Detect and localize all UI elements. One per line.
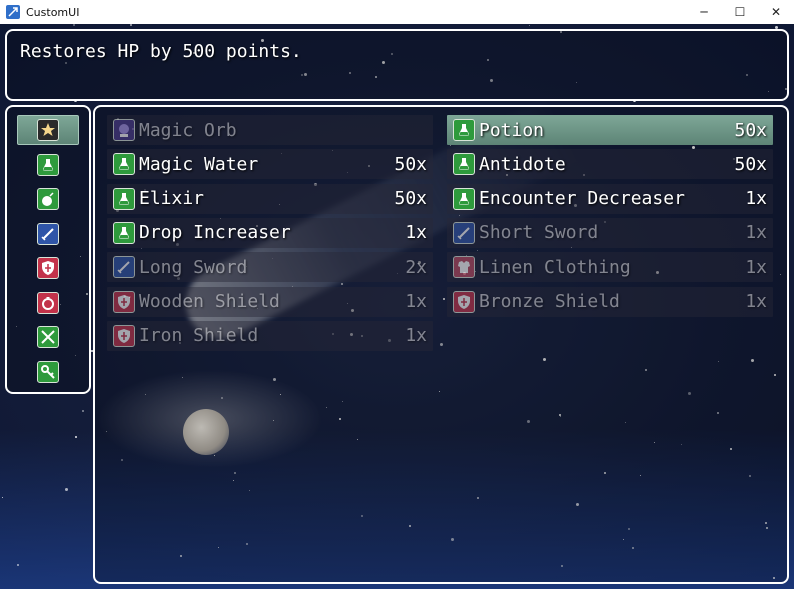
category-ring[interactable] [17,288,79,318]
item-row[interactable]: Wooden Shield 1x [107,286,433,317]
star [75,436,77,438]
item-quantity: 50x [394,153,427,175]
item-row[interactable]: Drop Increaser 1x [107,217,433,248]
category-key[interactable] [17,357,79,387]
item-name: Linen Clothing [479,256,631,278]
key-icon [37,360,59,383]
item-name: Magic Water [139,153,259,175]
potion-icon [113,153,135,176]
title-bar: CustomUI ─ ☐ ✕ [0,0,794,24]
item-row[interactable]: Antidote 50x [447,149,773,180]
item-row[interactable]: Encounter Decreaser 1x [447,183,773,214]
category-star[interactable] [17,115,79,145]
star [529,25,530,26]
potion-icon [113,187,135,210]
star-icon [37,119,59,141]
sword-icon [37,222,59,245]
sword-icon [113,256,135,279]
item-quantity: 1x [745,222,767,244]
category-window [5,105,91,394]
category-potion[interactable] [17,150,79,180]
help-window: Restores HP by 500 points. [5,29,789,101]
item-name: Iron Shield [139,325,259,347]
item-row[interactable]: Bronze Shield 1x [447,286,773,317]
item-name: Magic Orb [139,119,237,141]
maximize-button[interactable]: ☐ [722,0,758,24]
item-row[interactable]: Linen Clothing 1x [447,252,773,283]
shield-icon [113,324,135,347]
item-row[interactable]: Magic Orb [107,115,433,145]
star [2,497,3,498]
item-row[interactable]: Short Sword 1x [447,217,773,248]
star [130,24,132,26]
item-name: Wooden Shield [139,291,280,312]
item-quantity: 1x [405,222,427,244]
potion-icon [37,153,59,176]
item-name: Encounter Decreaser [479,188,685,210]
item-quantity: 1x [745,291,767,312]
shield-icon [37,257,59,279]
star [73,24,75,26]
item-name: Long Sword [139,256,248,278]
star [82,410,84,412]
item-name: Potion [479,119,545,141]
bomb-icon [37,188,59,210]
item-name: Elixir [139,188,205,210]
item-list-window: Magic Orb Potion 50x Magic Water 50x Antidote… [93,105,789,584]
item-row[interactable]: Elixir 50x [107,183,433,214]
help-text: Restores HP by 500 points. [20,41,302,62]
window-title: CustomUI [26,5,80,19]
star [17,564,19,566]
item-name: Antidote [479,153,566,175]
item-quantity: 50x [734,153,767,175]
shield-icon [453,290,475,313]
item-row[interactable]: Long Sword 2x [107,252,433,283]
potion-icon [453,119,475,141]
ring-icon [37,291,59,314]
potion-icon [453,153,475,176]
category-tools[interactable] [17,322,79,352]
item-quantity: 1x [405,291,427,312]
item-row[interactable]: Magic Water 50x [107,149,433,180]
item-quantity: 1x [405,325,427,347]
sword-icon [453,221,475,244]
game-scene: Restores HP by 500 points. Magic Orb Poti… [0,24,794,589]
item-quantity: 1x [745,256,767,278]
item-quantity: 50x [394,188,427,210]
shield-icon [113,290,135,313]
orb-icon [113,119,135,141]
item-quantity: 2x [405,256,427,278]
potion-icon [113,221,135,244]
star [65,488,68,491]
item-name: Short Sword [479,222,599,244]
category-shield[interactable] [17,253,79,283]
tools-icon [37,326,59,348]
close-button[interactable]: ✕ [758,0,794,24]
app-icon [6,5,20,19]
item-name: Bronze Shield [479,291,620,312]
item-row[interactable]: Iron Shield 1x [107,320,433,351]
item-name: Drop Increaser [139,222,291,244]
armor-icon [453,256,475,279]
item-quantity: 1x [745,188,767,210]
category-bomb[interactable] [17,184,79,214]
item-quantity: 50x [734,119,767,141]
category-sword[interactable] [17,219,79,249]
item-row[interactable]: Potion 50x [447,115,773,145]
potion-icon [453,187,475,210]
minimize-button[interactable]: ─ [686,0,722,24]
